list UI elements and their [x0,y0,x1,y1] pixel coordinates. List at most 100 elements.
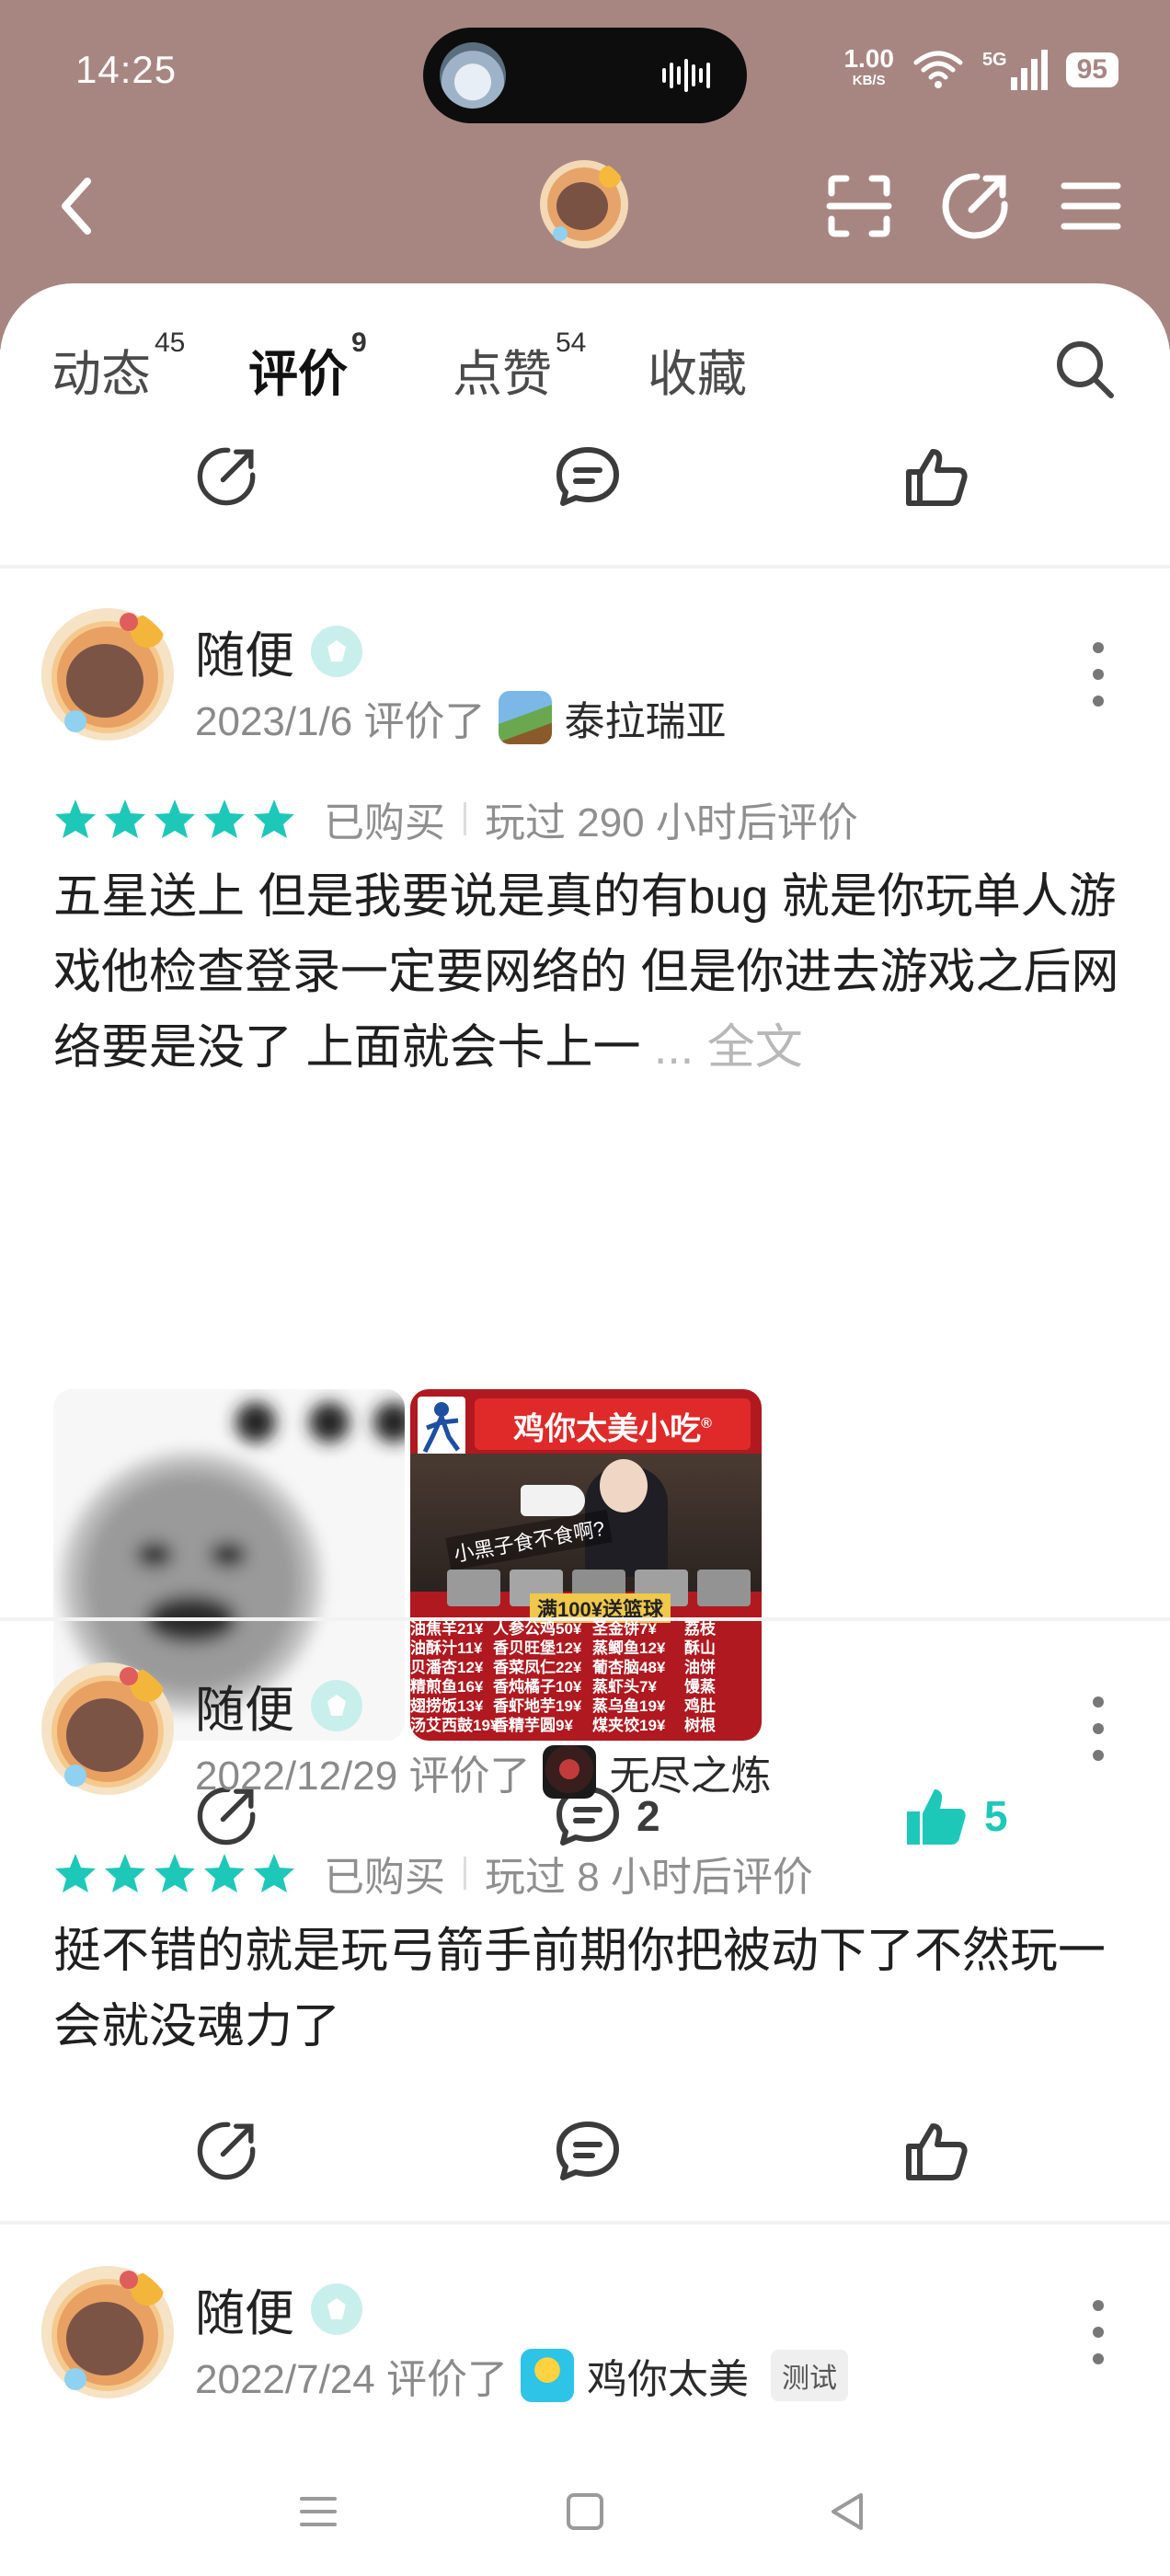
star-icon [55,1854,96,1892]
divider [0,1617,1170,1621]
author[interactable]: 随便 [195,615,362,687]
megaphone-icon [521,1485,585,1516]
author-name: 随便 [195,1683,294,1738]
author[interactable]: 随便 [195,1669,362,1742]
avatar[interactable] [39,605,177,743]
comment-button[interactable] [556,2116,620,2186]
back-icon[interactable] [40,169,114,243]
avatar[interactable] [538,158,630,250]
verified-badge-icon [311,1679,362,1731]
game-name[interactable]: 无尽之炼 [609,1742,771,1801]
review-date: 2023/1/6 评价了 [195,699,486,744]
playtime-label: 玩过 8 小时后评价 [485,1855,813,1900]
like-button[interactable] [905,2116,968,2186]
game-icon[interactable] [543,1745,597,1799]
star-icon [155,799,195,838]
review-meta: 2022/7/24 评价了 鸡你太美 测试 [195,2346,848,2405]
status-bar: 14:25 1.00 KB/S 5G 95 [0,0,1170,147]
registered-mark: ® [701,1416,712,1432]
read-more-link[interactable]: ... 全文 [654,1021,803,1075]
tab-likes[interactable]: 点赞54 [453,328,586,406]
test-tag: 测试 [770,2350,848,2401]
comment-icon [556,447,619,506]
tab-activity[interactable]: 动态45 [52,328,185,406]
net-speed-unit: KB/S [852,73,886,88]
tab-count: 45 [155,328,186,358]
person-face [600,1459,648,1512]
review-meta: 2023/1/6 评价了 泰拉瑞亚 [195,688,727,747]
share-button[interactable] [195,442,258,512]
tab-reviews[interactable]: 评价9 [248,328,367,406]
rating-row: 已购买 玩过 290 小时后评价 [53,789,858,848]
tab-favorites[interactable]: 收藏 [648,333,747,406]
author[interactable]: 随便 [195,2272,362,2345]
star-icon [105,1854,145,1892]
review-meta: 2022/12/29 评价了 无尽之炼 [195,1742,771,1801]
home-icon[interactable] [557,2484,613,2539]
tab-count: 54 [556,328,587,358]
review-date: 2022/12/29 评价了 [195,1754,531,1799]
network-type: 5G [981,50,1007,70]
separator [464,802,466,835]
purchased-label: 已购买 [324,800,445,845]
media-thumbnail [440,42,506,109]
network-speed: 1.00 KB/S [843,46,894,92]
verified-badge-icon [311,2283,362,2335]
tab-label: 评价 [248,347,348,402]
thumbs-up-icon [906,449,968,506]
scan-icon[interactable] [822,169,896,243]
playtime-label: 玩过 290 小时后评价 [485,800,858,845]
recent-apps-icon[interactable] [291,2484,346,2539]
game-icon[interactable] [520,2349,574,2402]
audio-wave-icon [662,59,710,92]
avatar[interactable] [39,1660,177,1798]
like-button[interactable] [905,442,968,512]
tab-bar: 动态45 评价9 点赞54 收藏 [0,283,1170,421]
review-card[interactable]: 随便 2022/7/24 评价了 鸡你太美 测试 [0,2226,1170,2484]
share-icon [197,2122,256,2180]
search-icon[interactable] [1052,337,1117,401]
verified-badge-icon [311,625,362,677]
status-time: 14:25 [75,48,178,91]
more-options-icon[interactable] [1089,2300,1107,2364]
share-button[interactable] [195,2116,258,2186]
comment-button[interactable] [556,442,620,512]
share-icon[interactable] [938,169,1012,243]
author-name: 随便 [195,628,294,684]
review-text[interactable]: 五星送上 但是我要说是真的有bug 就是你玩单人游戏他检查登录一定要网络的 但是… [53,859,1130,1086]
purchased-label: 已购买 [324,1855,445,1900]
star-rating [53,1852,296,1894]
signal-icon [1010,50,1048,90]
content-panel: 动态45 评价9 点赞54 收藏 随便 2023/1/6 评价了 泰拉瑞亚 已购… [0,283,1170,2576]
tab-label: 动态 [52,347,151,402]
net-speed-value: 1.00 [843,44,894,73]
avatar[interactable] [39,2263,177,2401]
rating-row: 已购买 玩过 8 小时后评价 [53,1844,813,1903]
back-nav-icon[interactable] [820,2484,876,2539]
wifi-icon [913,51,963,88]
review-card[interactable]: 随便 2022/12/29 评价了 无尽之炼 已购买 玩过 8 小时后评价 挺不… [0,1623,1170,2221]
more-options-icon[interactable] [1089,1696,1107,1761]
game-icon[interactable] [498,691,552,744]
action-row [0,421,1170,532]
status-icons: 1.00 KB/S 5G 95 [843,42,1118,98]
review-date: 2022/7/24 评价了 [195,2357,508,2402]
tab-label: 点赞 [453,347,552,402]
game-name[interactable]: 鸡你太美 [587,2346,749,2405]
image-title: 鸡你太美小吃® [475,1398,751,1450]
more-options-icon[interactable] [1089,642,1107,707]
top-nav [0,147,1170,267]
star-icon [155,1854,195,1892]
game-name[interactable]: 泰拉瑞亚 [565,688,727,747]
thumbs-up-icon [906,2123,968,2180]
star-icon [254,799,294,838]
action-row [0,2096,1170,2206]
battery-indicator: 95 [1065,52,1118,87]
comment-icon [556,2122,619,2180]
star-rating [53,798,296,840]
tab-label: 收藏 [648,347,747,402]
share-icon [197,447,256,506]
menu-icon[interactable] [1054,169,1128,243]
dynamic-island[interactable] [423,28,747,123]
review-text[interactable]: 挺不错的就是玩弓箭手前期你把被动下了不然玩一会就没魂力了 [53,1914,1130,2064]
